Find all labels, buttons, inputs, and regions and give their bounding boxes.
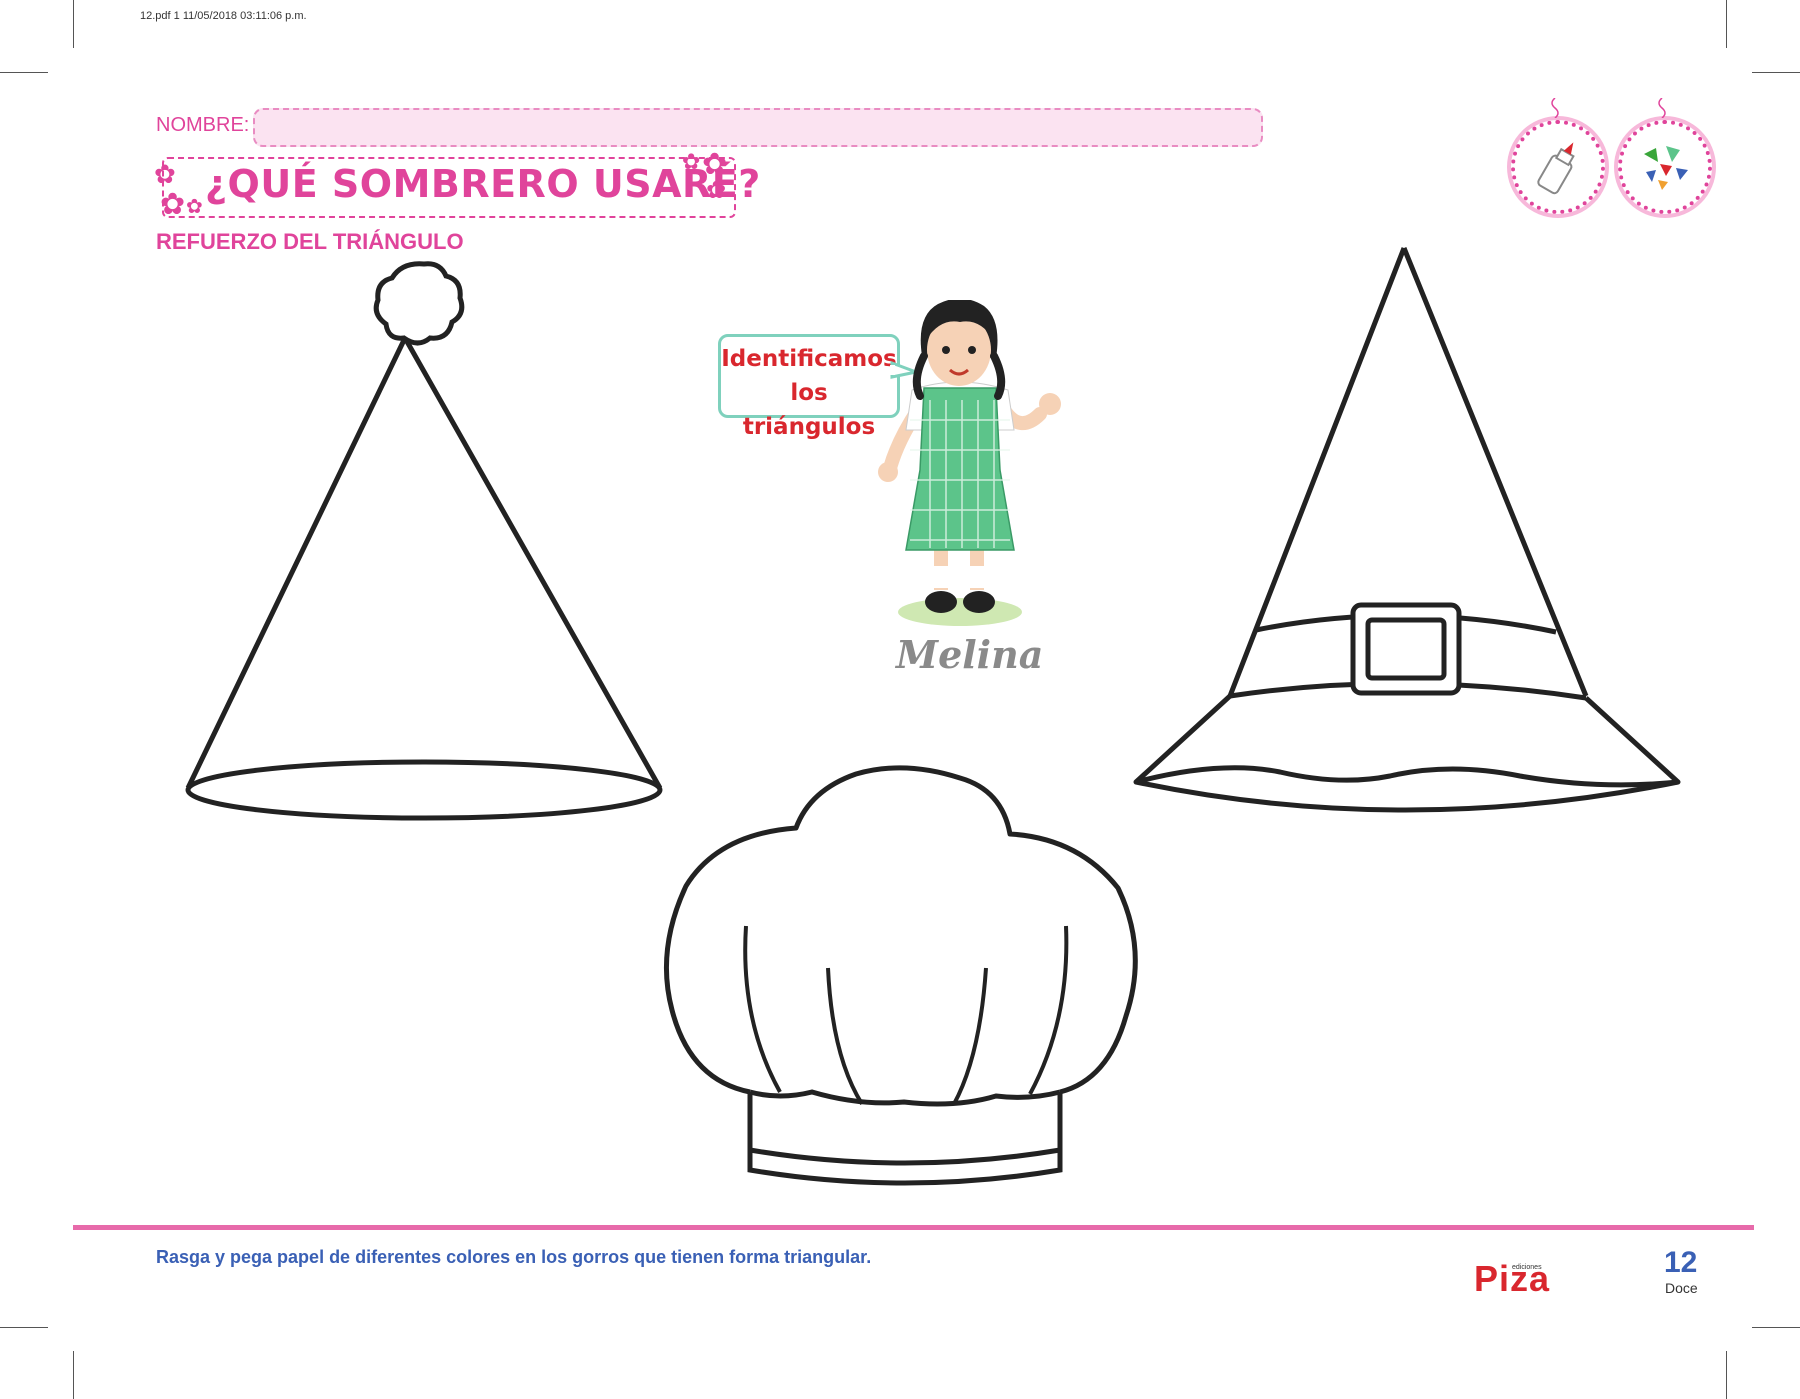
crop-mark: [1726, 0, 1727, 48]
girl-character-illustration: [878, 300, 1061, 626]
torn-paper-icon: [1618, 120, 1712, 214]
squiggle-icon: [1656, 97, 1668, 119]
crop-mark: [73, 0, 74, 48]
crop-mark: [1726, 1351, 1727, 1399]
instruction-text: Rasga y pega papel de diferentes colores…: [156, 1247, 872, 1267]
flower-icon: ✿: [186, 194, 203, 218]
character-name: Melina: [896, 632, 1044, 677]
name-label: NOMBRE:: [156, 114, 250, 136]
crop-mark: [73, 1351, 74, 1399]
squiggle-icon: [1549, 97, 1561, 119]
crop-mark: [1752, 1327, 1800, 1328]
name-field[interactable]: [253, 108, 1263, 147]
flower-icon: ✿: [154, 160, 176, 190]
flower-icon: ✿: [160, 187, 186, 222]
crop-mark: [0, 1327, 48, 1328]
page-title: ¿QUÉ SOMBRERO USARÉ?: [205, 162, 761, 206]
crop-mark: [0, 72, 48, 73]
party-hat-drawing[interactable]: [180, 255, 670, 825]
page-number-word: Doce: [1665, 1280, 1698, 1296]
chef-hat-drawing[interactable]: [660, 760, 1150, 1210]
witch-hat-drawing[interactable]: [1130, 240, 1690, 830]
page-subtitle: REFUERZO DEL TRIÁNGULO: [156, 229, 464, 254]
print-slug: 12.pdf 1 11/05/2018 03:11:06 p.m.: [140, 10, 307, 22]
page-number: 12: [1664, 1246, 1698, 1279]
footer-divider: [73, 1225, 1754, 1230]
glue-bottle-icon: [1511, 120, 1605, 214]
crop-mark: [1752, 72, 1800, 73]
publisher-logo: Piza: [1474, 1258, 1551, 1299]
